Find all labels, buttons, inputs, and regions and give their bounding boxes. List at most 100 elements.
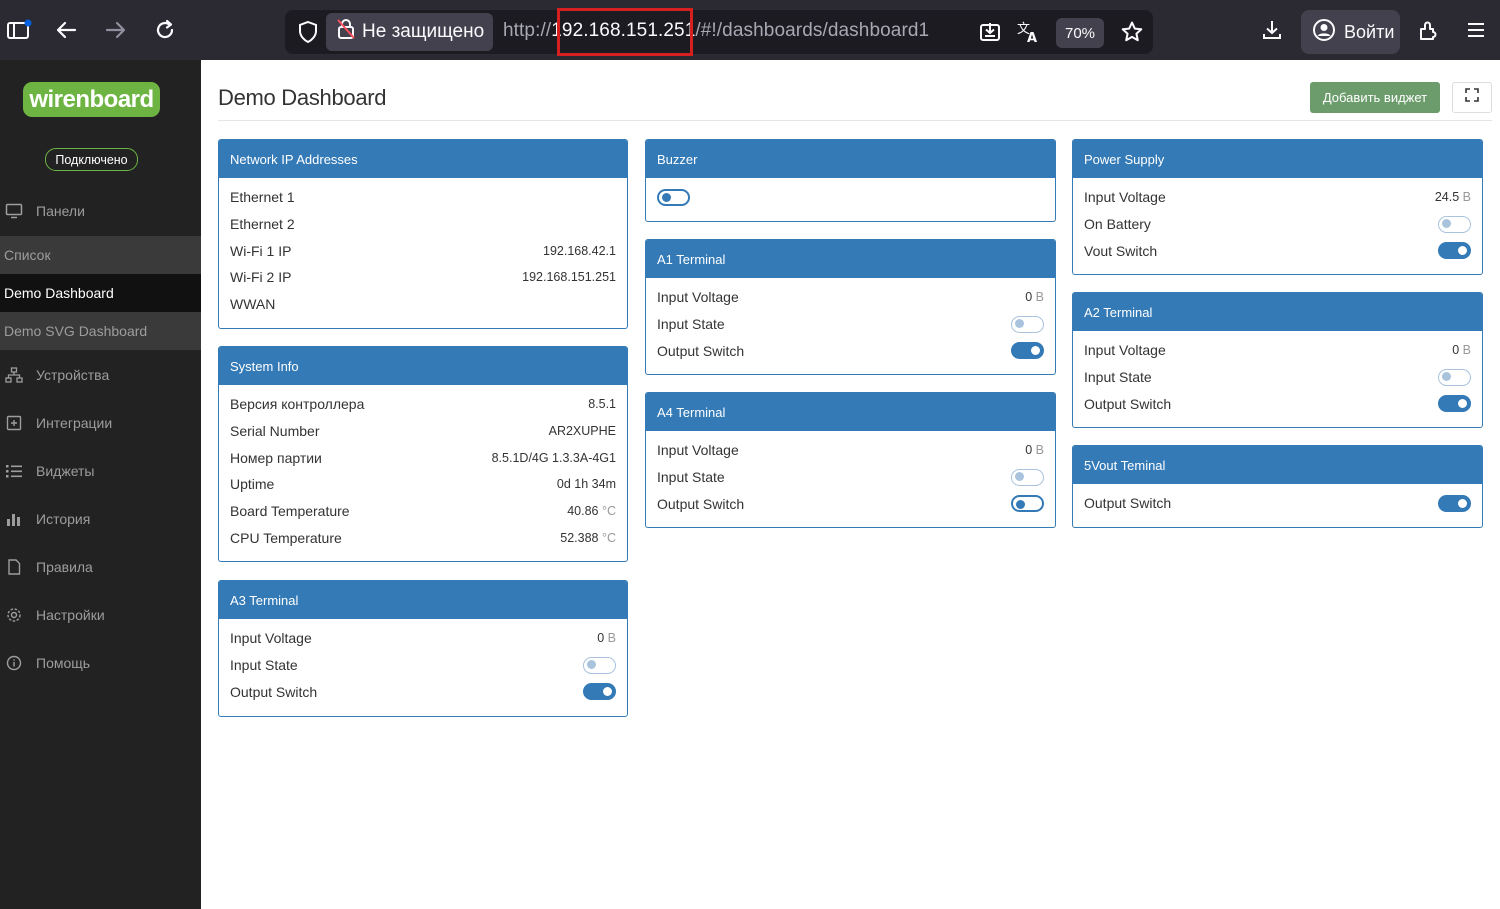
- row-label: Wi-Fi 2 IP: [230, 269, 292, 286]
- widget-title: Buzzer: [646, 140, 1055, 178]
- sidebar-subitem-list[interactable]: Список: [0, 236, 201, 274]
- back-icon[interactable]: [52, 16, 80, 44]
- bookmark-star-icon[interactable]: [1118, 18, 1146, 46]
- row-label: Output Switch: [1084, 395, 1172, 412]
- on-battery-toggle[interactable]: [1438, 215, 1471, 233]
- sidebar-item-label: Панели: [36, 203, 85, 219]
- account-icon: [1312, 18, 1336, 47]
- row-value: 8.5.1D/4G 1.3.3A-4G1: [491, 450, 616, 465]
- page-title: Demo Dashboard: [218, 85, 387, 110]
- sidebar-toggle-icon[interactable]: [5, 16, 33, 44]
- row-value: 0 B: [1025, 290, 1044, 304]
- value-unit: B: [1462, 343, 1471, 358]
- sidebar-item-devices[interactable]: Устройства: [0, 356, 201, 394]
- downloads-icon[interactable]: [1258, 16, 1286, 44]
- sidebar-item-history[interactable]: История: [0, 500, 201, 538]
- sidebar-item-label: Помощь: [36, 655, 91, 671]
- value-number: 0: [1452, 343, 1460, 358]
- connection-status-badge: Подключено: [45, 148, 138, 171]
- install-app-icon[interactable]: [976, 18, 1004, 46]
- row-label: Vout Switch: [1084, 242, 1158, 259]
- input-state-toggle[interactable]: [1011, 468, 1044, 486]
- sidebar-item-label: Правила: [36, 559, 93, 575]
- output-switch-toggle[interactable]: [1438, 395, 1471, 413]
- monitor-icon: [2, 203, 26, 219]
- input-state-toggle[interactable]: [1438, 368, 1471, 386]
- row-value: 0 B: [1452, 343, 1471, 357]
- tracking-shield-icon[interactable]: [294, 18, 322, 46]
- row-label: Board Temperature: [230, 503, 350, 520]
- account-login-button[interactable]: Войти: [1301, 10, 1400, 54]
- value-unit: °C: [601, 530, 616, 545]
- sidebar-item-settings[interactable]: Настройки: [0, 596, 201, 634]
- buzzer-toggle[interactable]: [657, 188, 690, 206]
- row-label: Input State: [657, 469, 725, 486]
- list-item: Output Switch: [657, 490, 1044, 517]
- sidebar-item-label: Настройки: [36, 607, 105, 623]
- value-unit: B: [1035, 290, 1044, 305]
- row-label: Input Voltage: [1084, 342, 1166, 359]
- row-value: 0d 1h 34m: [556, 477, 616, 492]
- output-switch-toggle[interactable]: [1438, 494, 1471, 512]
- widget-a1-terminal: A1 Terminal Input Voltage 0 B Input State…: [645, 239, 1056, 375]
- list-item: Wi-Fi 1 IP 192.168.42.1: [230, 237, 616, 264]
- sidebar-subitem-demo-svg-dashboard[interactable]: Demo SVG Dashboard: [0, 312, 201, 350]
- list-item: Output Switch: [1084, 490, 1471, 517]
- forward-icon[interactable]: [102, 16, 130, 44]
- row-label: WWAN: [230, 296, 276, 313]
- list-item: Input Voltage 0 B: [657, 284, 1044, 311]
- sidebar-item-label: История: [36, 511, 91, 527]
- value-unit: B: [607, 631, 616, 646]
- translate-icon[interactable]: 文A: [1015, 18, 1043, 46]
- wirenboard-logo[interactable]: wirenboard: [23, 82, 160, 117]
- list-item: CPU Temperature 52.388 °C: [230, 524, 616, 551]
- row-label: Output Switch: [230, 683, 318, 700]
- input-state-toggle[interactable]: [583, 656, 616, 674]
- list-item: Ethernet 1: [230, 184, 616, 211]
- row-label: Ethernet 1: [230, 189, 295, 206]
- sidebar-item-help[interactable]: Помощь: [0, 644, 201, 682]
- url-bar[interactable]: Не защищено http://192.168.151.251/#!/da…: [285, 10, 1153, 54]
- list-item: Uptime 0d 1h 34m: [230, 471, 616, 498]
- list-item: Input Voltage 0 B: [230, 625, 616, 652]
- zoom-level[interactable]: 70%: [1056, 18, 1104, 48]
- list-item: Board Temperature 40.86 °C: [230, 498, 616, 525]
- widget-title: Power Supply: [1073, 140, 1482, 178]
- row-label: Wi-Fi 1 IP: [230, 242, 292, 259]
- list-item: Output Switch: [230, 678, 616, 705]
- row-label: Serial Number: [230, 423, 320, 440]
- menu-icon[interactable]: [1462, 16, 1490, 44]
- gear-icon: [2, 607, 26, 623]
- browser-toolbar: Не защищено http://192.168.151.251/#!/da…: [0, 0, 1500, 60]
- row-label: Input State: [230, 657, 298, 674]
- output-switch-toggle[interactable]: [1011, 495, 1044, 513]
- add-widget-button[interactable]: Добавить виджет: [1310, 82, 1440, 113]
- security-indicator[interactable]: Не защищено: [326, 13, 493, 51]
- sidebar-item-label: Виджеты: [36, 463, 95, 479]
- row-value: 52.388 °C: [560, 531, 616, 545]
- list-item: On Battery: [1084, 211, 1471, 238]
- sidebar-subitem-demo-dashboard[interactable]: Demo Dashboard: [0, 274, 201, 312]
- sidebar-item-label: Интеграции: [36, 415, 113, 431]
- sidebar-item-rules[interactable]: Правила: [0, 548, 201, 586]
- list-item: Ethernet 2: [230, 211, 616, 238]
- reload-icon[interactable]: [151, 16, 179, 44]
- sidebar-item-integrations[interactable]: Интеграции: [0, 404, 201, 442]
- output-switch-toggle[interactable]: [583, 683, 616, 701]
- vout-switch-toggle[interactable]: [1438, 242, 1471, 260]
- bar-chart-icon: [2, 511, 26, 527]
- sidebar-item-label: Устройства: [36, 367, 110, 383]
- widget-a2-terminal: A2 Terminal Input Voltage 0 B Input State…: [1072, 292, 1483, 428]
- list-item: Input State: [230, 652, 616, 679]
- list-item: Input Voltage 0 B: [1084, 337, 1471, 364]
- sidebar-item-widgets[interactable]: Виджеты: [0, 452, 201, 490]
- title-divider: [218, 120, 1492, 121]
- fullscreen-button[interactable]: [1452, 82, 1492, 113]
- sidebar-item-panels[interactable]: Панели: [0, 192, 201, 230]
- extensions-icon[interactable]: [1414, 16, 1442, 44]
- row-label: CPU Temperature: [230, 529, 342, 546]
- output-switch-toggle[interactable]: [1011, 342, 1044, 360]
- input-state-toggle[interactable]: [1011, 315, 1044, 333]
- url-prefix: http://: [503, 20, 552, 41]
- row-value: AR2XUPHE: [548, 424, 616, 439]
